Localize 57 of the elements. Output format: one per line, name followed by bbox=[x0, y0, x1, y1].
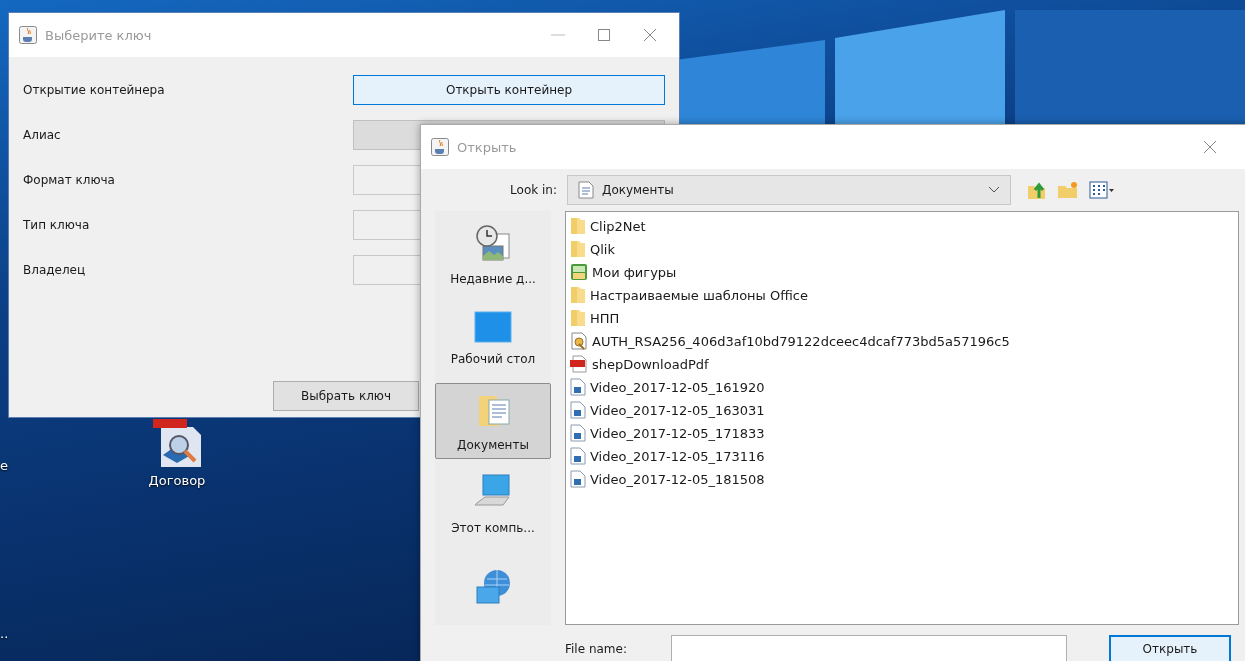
maximize-icon[interactable] bbox=[597, 28, 611, 42]
library-icon bbox=[570, 263, 588, 281]
certificate-icon bbox=[570, 332, 588, 350]
field-label: Тип ключа bbox=[23, 218, 91, 232]
new-folder-icon[interactable] bbox=[1057, 180, 1079, 200]
open-button[interactable]: Открыть bbox=[1109, 635, 1231, 661]
folder-icon bbox=[570, 217, 586, 235]
file-item[interactable]: Video_2017-12-05_171833 bbox=[570, 423, 765, 443]
file-item[interactable]: Clip2Net bbox=[570, 216, 646, 236]
document-icon bbox=[578, 181, 594, 199]
file-item[interactable]: НПП bbox=[570, 308, 620, 328]
file-item[interactable]: shepDownloadPdf bbox=[570, 354, 709, 374]
select-key-button[interactable]: Выбрать ключ bbox=[273, 381, 419, 411]
field-label: Формат ключа bbox=[23, 173, 116, 187]
pdf-magnifier-icon[interactable] bbox=[151, 419, 203, 469]
file-item[interactable]: Video_2017-12-05_161920 bbox=[570, 377, 765, 397]
desktop-icon-label[interactable]: Договор bbox=[146, 473, 208, 488]
chevron-down-icon bbox=[988, 186, 1000, 194]
document-icon bbox=[570, 401, 586, 419]
places-item[interactable]: Недавние д... bbox=[435, 217, 551, 294]
close-icon[interactable] bbox=[643, 28, 657, 42]
folder-icon bbox=[570, 240, 586, 258]
up-folder-icon[interactable] bbox=[1027, 180, 1047, 200]
field-label: Владелец bbox=[23, 263, 87, 277]
file-name-label: File name: bbox=[565, 642, 628, 656]
desktop-icon-label[interactable]: e bbox=[0, 458, 8, 473]
document-icon bbox=[570, 424, 586, 442]
look-in-dropdown[interactable]: Документы bbox=[567, 175, 1011, 205]
document-icon bbox=[570, 378, 586, 396]
file-name-field[interactable] bbox=[671, 635, 1067, 661]
folder-icon bbox=[570, 309, 586, 327]
field-label: Алиас bbox=[23, 128, 62, 142]
dialog-title: Открыть bbox=[457, 139, 518, 155]
look-in-label: Look in: bbox=[509, 183, 557, 197]
monitor-screen-icon bbox=[473, 310, 513, 345]
open-container-button[interactable]: Открыть контейнер bbox=[353, 75, 665, 105]
file-item[interactable]: Video_2017-12-05_173116 bbox=[570, 446, 765, 466]
close-icon[interactable] bbox=[1203, 140, 1217, 154]
file-item[interactable]: Мои фигуры bbox=[570, 262, 677, 282]
java-cup-icon bbox=[19, 26, 37, 44]
view-menu-icon[interactable] bbox=[1089, 180, 1115, 200]
java-cup-icon bbox=[431, 138, 449, 156]
file-item[interactable]: Video_2017-12-05_163031 bbox=[570, 400, 765, 420]
places-item[interactable]: Рабочий стол bbox=[435, 299, 551, 377]
pdf-file-icon bbox=[570, 355, 588, 373]
document-icon bbox=[570, 470, 586, 488]
file-item[interactable]: Video_2017-12-05_181508 bbox=[570, 469, 765, 489]
field-label: Открытие контейнера bbox=[23, 83, 166, 97]
file-item[interactable]: Настраиваемые шаблоны Office bbox=[570, 285, 808, 305]
desktop-icon-label[interactable]: .. bbox=[0, 626, 9, 641]
folder-icon bbox=[570, 286, 586, 304]
file-item[interactable]: AUTH_RSA256_406d3af10bd79122dceec4dcaf773bd5a57196c5 bbox=[570, 331, 1010, 351]
window-title: Выберите ключ bbox=[45, 27, 153, 43]
document-icon bbox=[570, 447, 586, 465]
file-item[interactable]: Qlik bbox=[570, 239, 615, 259]
places-item[interactable]: Этот компь... bbox=[435, 465, 551, 543]
places-item[interactable]: Документы bbox=[435, 382, 551, 460]
